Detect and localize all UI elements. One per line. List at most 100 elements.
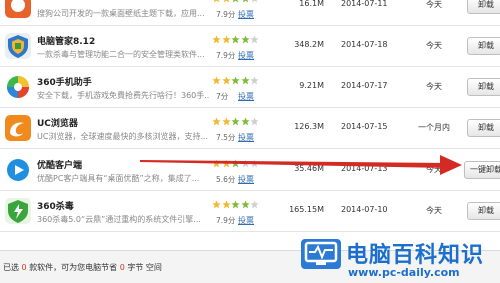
star-icon xyxy=(221,200,231,209)
app-description: 优酷PC客户端具有“桌面优酷”之称，集成了... xyxy=(37,174,200,183)
vote-link[interactable]: 投票 xyxy=(238,9,254,20)
uninstall-button[interactable]: 卸载 xyxy=(467,202,500,220)
software-row[interactable]: 360手机助手安全下载，手机游戏免費抢费先行啥行！360手... 7分 投票 9.21… xyxy=(0,67,500,108)
last-used: 今天 xyxy=(426,165,442,174)
star-icon xyxy=(231,159,240,168)
app-name: 优酷客户端 xyxy=(37,161,83,171)
selected-count: 0 xyxy=(21,263,27,272)
star-icon xyxy=(231,117,240,126)
software-row[interactable]: 360杀毒 360杀毒5.0“云鼎”通过重构的系统文件引擎... 7.9分 投票 165… xyxy=(0,191,500,232)
star-icon xyxy=(221,117,231,126)
app-description: 搜狗公司开发的一款桌面壁纸主题下载，应用... xyxy=(37,9,205,18)
vote-link[interactable]: 投票 xyxy=(238,132,254,143)
360-mobile-assistant-icon xyxy=(5,74,31,100)
star-icon xyxy=(212,35,221,44)
star-icon xyxy=(250,35,259,44)
selection-status: 已选 0 款软件，可为您电脑节省 0 字节 空间 xyxy=(3,262,162,273)
app-size: 126.3M xyxy=(294,122,324,131)
software-list: 搜狗公司开发的一款桌面壁纸主题下载，应用... 7.9分 投票 16.1M 2014-0… xyxy=(0,0,500,250)
star-rating xyxy=(212,76,260,86)
app-size: 165.15M xyxy=(289,205,324,214)
pc-manager-icon xyxy=(5,33,31,59)
app-size: 35.46M xyxy=(294,164,324,173)
star-icon xyxy=(240,200,250,209)
rating-score: 7.5分 xyxy=(216,133,236,142)
star-icon xyxy=(221,159,231,168)
youku-client-icon xyxy=(5,157,31,183)
360-antivirus-icon xyxy=(5,198,31,224)
software-row[interactable]: 搜狗公司开发的一款桌面壁纸主题下载，应用... 7.9分 投票 16.1M 2014-0… xyxy=(0,0,500,26)
app-description: 360杀毒5.0“云鼎”通过重构的系统文件引擎... xyxy=(37,215,201,224)
app-description: UC浏览器，全球速度最快的多核浏览器，支持... xyxy=(37,132,209,141)
app-name: 360杀毒 xyxy=(37,202,74,212)
app-size: 16.1M xyxy=(299,0,324,8)
star-icon xyxy=(221,76,231,85)
star-icon xyxy=(212,117,221,126)
app-description: 安全下载，手机游戏免費抢费先行啥行！360手... xyxy=(37,91,209,100)
software-row[interactable]: UC浏览器 UC浏览器，全球速度最快的多核浏览器，支持... 7.5分 投票 126.3… xyxy=(0,108,500,149)
star-rating xyxy=(212,0,260,4)
star-rating xyxy=(212,200,260,210)
star-icon xyxy=(221,35,231,44)
watermark-url: www.pc-daily.com xyxy=(348,266,460,279)
last-used: 一个月内 xyxy=(418,123,450,132)
rating-score: 7分 xyxy=(216,92,229,101)
rating-score: 5.6分 xyxy=(216,175,236,184)
app-name: UC浏览器 xyxy=(37,119,78,129)
app-size: 348.2M xyxy=(294,40,324,49)
star-icon xyxy=(240,76,250,85)
app-size: 9.21M xyxy=(299,81,324,90)
last-used: 今天 xyxy=(426,0,442,9)
star-icon xyxy=(231,0,240,3)
status-mid: 款软件，可为您电脑节省 xyxy=(29,263,118,272)
uninstall-button[interactable]: 卸载 xyxy=(467,0,500,14)
star-icon xyxy=(241,0,250,3)
star-icon xyxy=(231,76,240,85)
vote-link[interactable]: 投票 xyxy=(238,91,254,102)
software-row[interactable]: 电脑管家8.12 一款杀毒与管理功能二合一的安全管理类软件... 7.9分 投票 348… xyxy=(0,26,500,67)
star-icon xyxy=(231,35,240,44)
monitor-pulse-icon xyxy=(301,239,341,269)
uninstall-button[interactable]: 卸载 xyxy=(467,119,500,137)
star-icon xyxy=(231,200,240,209)
software-row[interactable]: 优酷客户端优酷PC客户端具有“桌面优酷”之称，集成了... 5.6分 投票 35.46… xyxy=(0,150,500,191)
star-icon xyxy=(212,76,221,85)
star-rating xyxy=(212,35,260,45)
app-description: 一款杀毒与管理功能二合一的安全管理类软件... xyxy=(37,50,205,59)
star-icon xyxy=(250,200,259,209)
install-date: 2014-07-13 xyxy=(341,164,388,173)
star-icon xyxy=(212,200,221,209)
star-icon xyxy=(250,117,259,126)
saved-size: 0 xyxy=(119,263,125,272)
star-icon xyxy=(250,0,259,3)
last-used: 今天 xyxy=(426,82,442,91)
uninstall-button[interactable]: 卸载 xyxy=(467,78,500,96)
status-suffix: 字节 空间 xyxy=(127,263,162,272)
last-used: 今天 xyxy=(426,41,442,50)
star-icon xyxy=(212,0,221,3)
rating-score: 7.9分 xyxy=(216,216,236,225)
vote-link[interactable]: 投票 xyxy=(238,215,254,226)
install-date: 2014-07-10 xyxy=(341,205,388,214)
app-name: 电脑管家8.12 xyxy=(37,37,96,47)
watermark-title: 电脑百科知识 xyxy=(346,243,485,268)
last-used: 今天 xyxy=(426,206,442,215)
install-date: 2014-07-15 xyxy=(341,122,388,131)
sogou-browser-icon xyxy=(5,0,31,18)
uninstall-button[interactable]: 卸载 xyxy=(467,37,500,55)
star-icon xyxy=(250,76,259,85)
star-icon xyxy=(240,159,250,168)
star-rating xyxy=(212,159,260,169)
star-icon xyxy=(250,159,259,168)
rating-score: 7.9分 xyxy=(216,51,236,60)
star-rating xyxy=(212,117,260,127)
star-icon xyxy=(240,117,250,126)
install-date: 2014-07-11 xyxy=(341,0,388,8)
star-icon xyxy=(222,0,231,3)
one-click-uninstall-button[interactable]: 一键卸载 xyxy=(464,161,500,179)
status-prefix: 已选 xyxy=(3,263,19,272)
vote-link[interactable]: 投票 xyxy=(238,50,254,61)
vote-link[interactable]: 投票 xyxy=(238,174,254,185)
star-icon xyxy=(212,159,221,168)
app-name: 360手机助手 xyxy=(37,78,92,88)
